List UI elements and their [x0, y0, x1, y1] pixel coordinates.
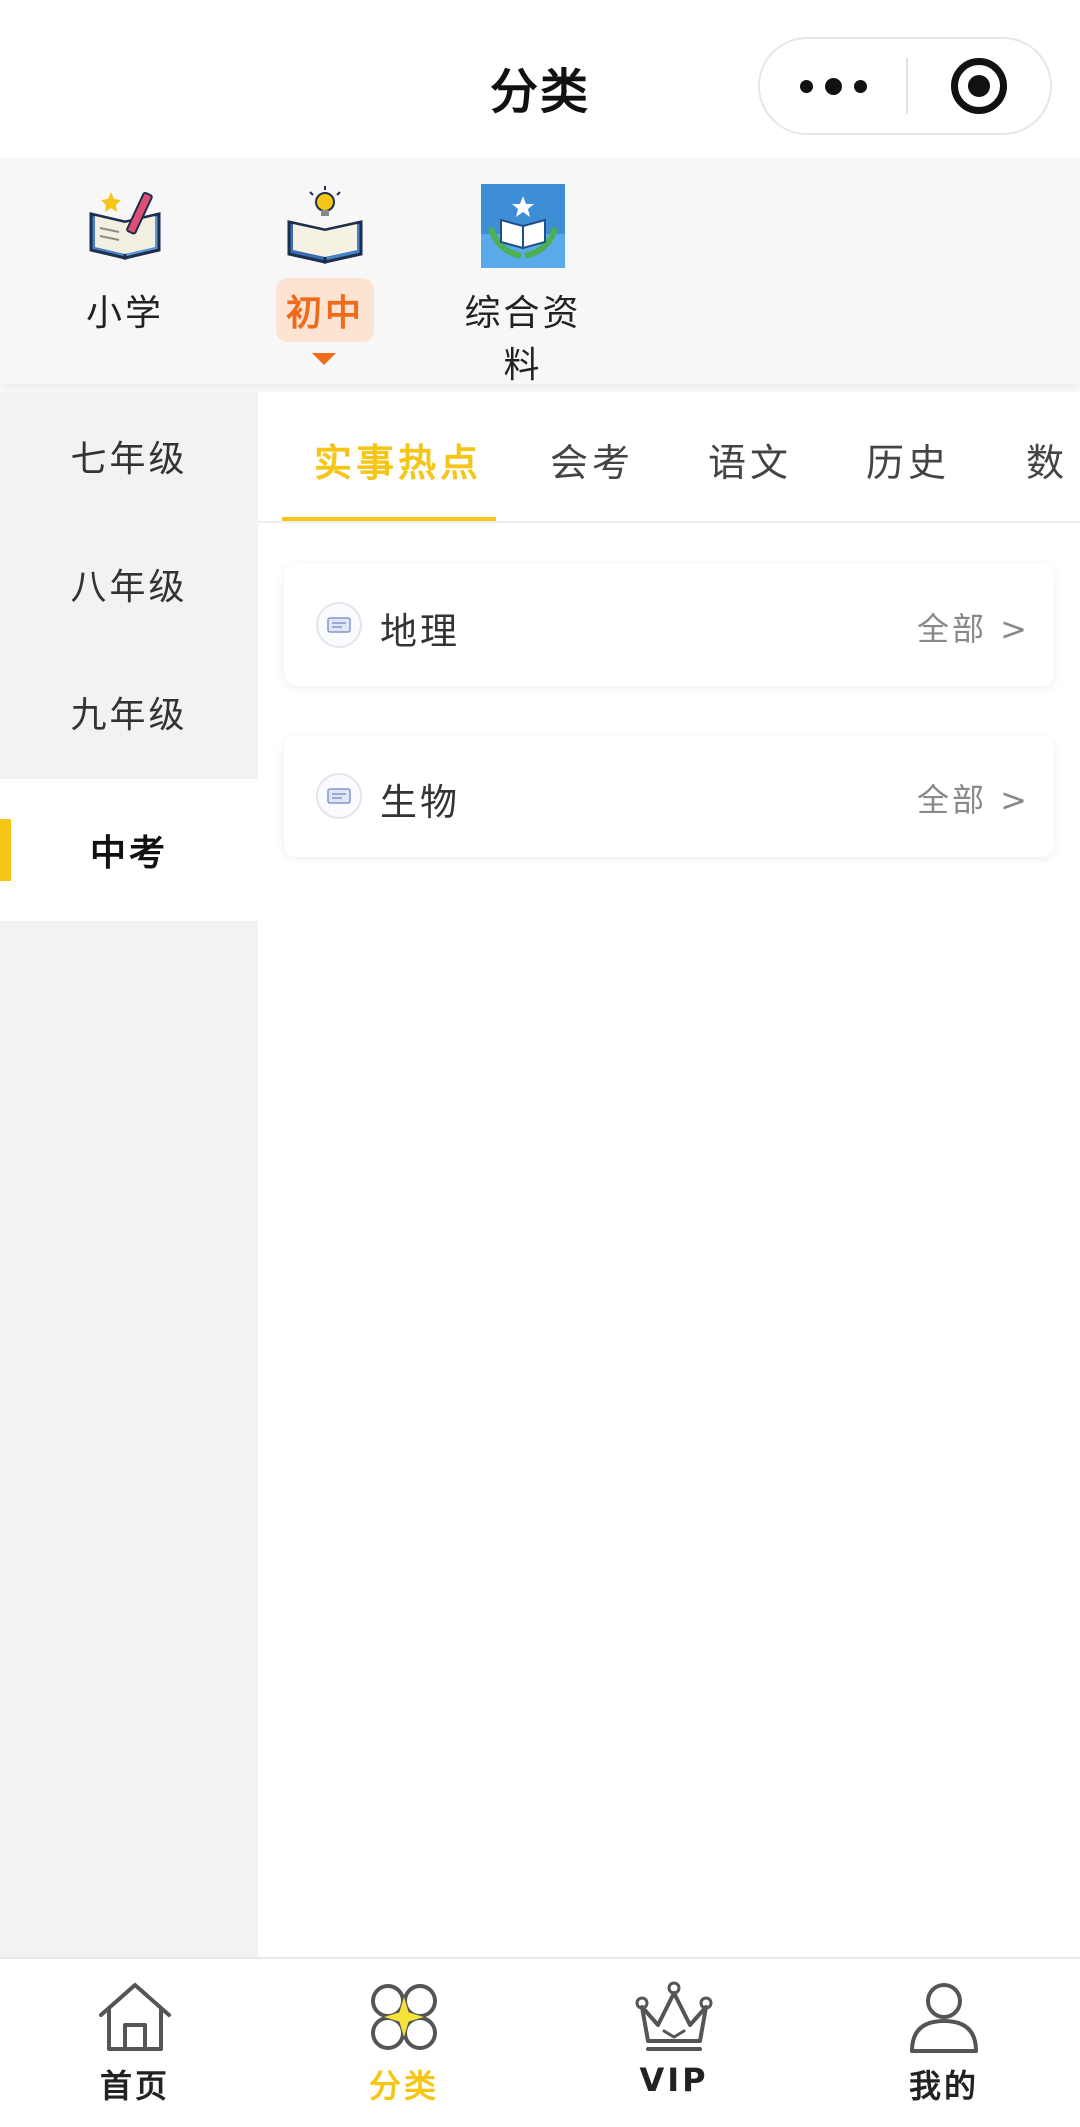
tab-hot-topics[interactable]: 实事热点 — [314, 432, 482, 487]
top-bar: 分类 — [0, 0, 1080, 160]
grade-item-8[interactable]: 八年级 — [0, 520, 258, 648]
more-dots-icon[interactable] — [760, 39, 906, 133]
book-pencil-icon — [89, 191, 161, 260]
level-label: 小学 — [85, 293, 164, 334]
tab-huikao[interactable]: 会考 — [550, 432, 634, 487]
book-star-emblem-icon — [481, 184, 565, 268]
active-tab-underline — [282, 517, 496, 521]
level-label: 初中 — [275, 278, 374, 342]
nav-category[interactable]: 分类 — [304, 1979, 504, 2107]
bottom-tab-bar: 首页 分类 VIP 我的 — [0, 1957, 1080, 2127]
nav-label: 首页 — [99, 2067, 170, 2105]
tab-chinese[interactable]: 语文 — [708, 432, 792, 487]
category-card-geography[interactable]: 地理 全部 > — [284, 564, 1054, 686]
grade-item-exam[interactable]: 中考 — [0, 779, 258, 921]
crown-icon — [635, 1981, 713, 2051]
user-icon — [910, 1983, 978, 2053]
mini-program-capsule — [758, 37, 1052, 135]
grade-label: 九年级 — [70, 695, 188, 736]
view-all-link[interactable]: 全部 > — [917, 604, 1030, 650]
book-bulb-icon — [287, 186, 363, 264]
grade-label: 中考 — [89, 833, 168, 874]
category-title: 生物 — [380, 781, 460, 824]
category-title: 地理 — [380, 610, 460, 653]
grade-label: 八年级 — [70, 567, 188, 608]
active-level-caret-icon — [312, 353, 336, 365]
level-label: 综合资料 — [464, 293, 582, 386]
home-icon — [99, 1983, 171, 2051]
view-all-link[interactable]: 全部 > — [917, 775, 1030, 821]
grade-label: 七年级 — [70, 439, 188, 480]
grade-item-7[interactable]: 七年级 — [0, 392, 258, 520]
level-item-junior[interactable]: 初中 — [262, 184, 388, 342]
subject-icon — [316, 602, 362, 648]
nav-vip[interactable]: VIP — [574, 1979, 774, 2099]
level-item-comprehensive[interactable]: 综合资料 — [440, 184, 606, 394]
tab-history[interactable]: 历史 — [866, 432, 950, 487]
active-indicator — [0, 819, 11, 881]
level-item-primary[interactable]: 小学 — [62, 184, 188, 342]
subject-tabs: 实事热点 会考 语文 历史 数 — [258, 392, 1080, 523]
nav-mine[interactable]: 我的 — [844, 1979, 1044, 2107]
close-miniprogram-button[interactable] — [908, 39, 1050, 133]
tab-math[interactable]: 数 — [1026, 432, 1068, 487]
subject-icon — [316, 773, 362, 819]
grade-item-9[interactable]: 九年级 — [0, 648, 258, 776]
nav-home[interactable]: 首页 — [35, 1979, 235, 2107]
nav-label: VIP — [639, 2061, 709, 2099]
target-circle-icon — [951, 58, 1007, 114]
nav-label: 我的 — [908, 2067, 979, 2105]
nav-label: 分类 — [368, 2067, 439, 2105]
grade-sidebar: 七年级 八年级 九年级 中考 — [0, 392, 258, 1958]
category-card-biology[interactable]: 生物 全部 > — [284, 735, 1054, 857]
level-selector: 小学 初中 综合资料 — [0, 158, 1080, 386]
category-icon — [371, 1984, 437, 2050]
